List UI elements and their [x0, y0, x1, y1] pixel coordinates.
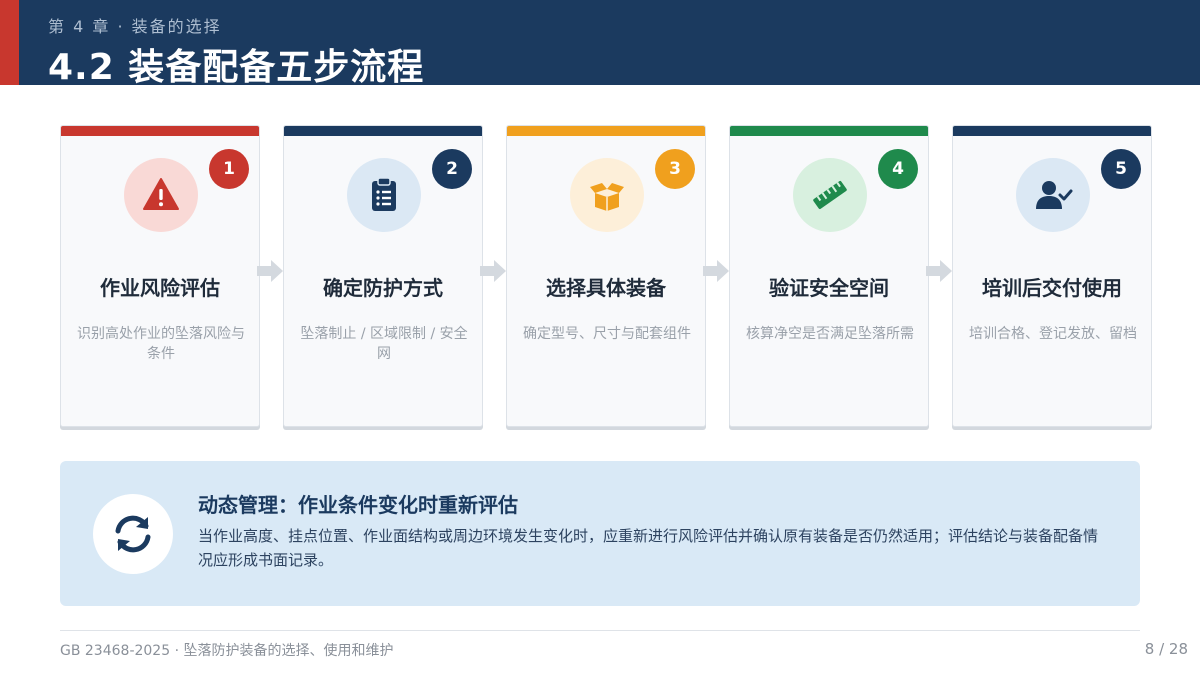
card-accent-bar [507, 126, 705, 136]
clipboard-list-icon [347, 158, 421, 232]
user-check-icon [1016, 158, 1090, 232]
arrow-right-icon [703, 260, 729, 282]
page-title: 4.2 装备配备五步流程 [48, 47, 425, 88]
step-description: 确定型号、尺寸与配套组件 [523, 326, 691, 342]
ruler-icon [793, 158, 867, 232]
arrow-right-icon [926, 260, 952, 282]
header-bar: 第 4 章 · 装备的选择 4.2 装备配备五步流程 [0, 0, 1200, 88]
sync-icon [93, 494, 173, 574]
step-number-badge: 2 [432, 149, 472, 189]
card-accent-bar [730, 126, 928, 136]
card-accent-bar [61, 126, 259, 136]
footer-source: GB 23468-2025 · 坠落防护装备的选择、使用和维护 [60, 643, 394, 659]
card-accent-bar [953, 126, 1151, 136]
arrow-right-icon [257, 260, 283, 282]
header-accent-stripe [0, 0, 19, 85]
step-title: 培训后交付使用 [982, 276, 1122, 300]
step-description: 识别高处作业的坠落风险与条件 [77, 326, 245, 362]
panel-title: 动态管理：作业条件变化时重新评估 [198, 493, 518, 517]
step-card-2: 2 确定防护方式 坠落制止 / 区域限制 / 安全网 [283, 125, 483, 427]
step-description: 核算净空是否满足坠落所需 [746, 326, 914, 342]
step-card-4: 4 验证安全空间 核算净空是否满足坠落所需 [729, 125, 929, 427]
box-open-icon [570, 158, 644, 232]
dynamic-management-panel: 动态管理：作业条件变化时重新评估 当作业高度、挂点位置、作业面结构或周边环境发生… [60, 461, 1140, 606]
step-title: 验证安全空间 [769, 276, 889, 300]
step-title: 选择具体装备 [546, 276, 666, 300]
panel-text: 当作业高度、挂点位置、作业面结构或周边环境发生变化时，应重新进行风险评估并确认原… [198, 527, 1099, 569]
step-number-badge: 4 [878, 149, 918, 189]
page-number: 8 / 28 [1144, 640, 1188, 658]
warning-icon [124, 158, 198, 232]
step-description: 坠落制止 / 区域限制 / 安全网 [300, 326, 468, 362]
step-number-badge: 1 [209, 149, 249, 189]
arrow-right-icon [480, 260, 506, 282]
card-accent-bar [284, 126, 482, 136]
step-number-badge: 5 [1101, 149, 1141, 189]
step-number-badge: 3 [655, 149, 695, 189]
chapter-label: 第 4 章 · 装备的选择 [48, 17, 222, 36]
footer-divider [60, 630, 1140, 631]
step-card-3: 3 选择具体装备 确定型号、尺寸与配套组件 [506, 125, 706, 427]
step-description: 培训合格、登记发放、留档 [969, 326, 1137, 342]
step-card-1: 1 作业风险评估 识别高处作业的坠落风险与条件 [60, 125, 260, 427]
step-title: 确定防护方式 [323, 276, 443, 300]
step-title: 作业风险评估 [100, 276, 220, 300]
step-card-5: 5 培训后交付使用 培训合格、登记发放、留档 [952, 125, 1152, 427]
